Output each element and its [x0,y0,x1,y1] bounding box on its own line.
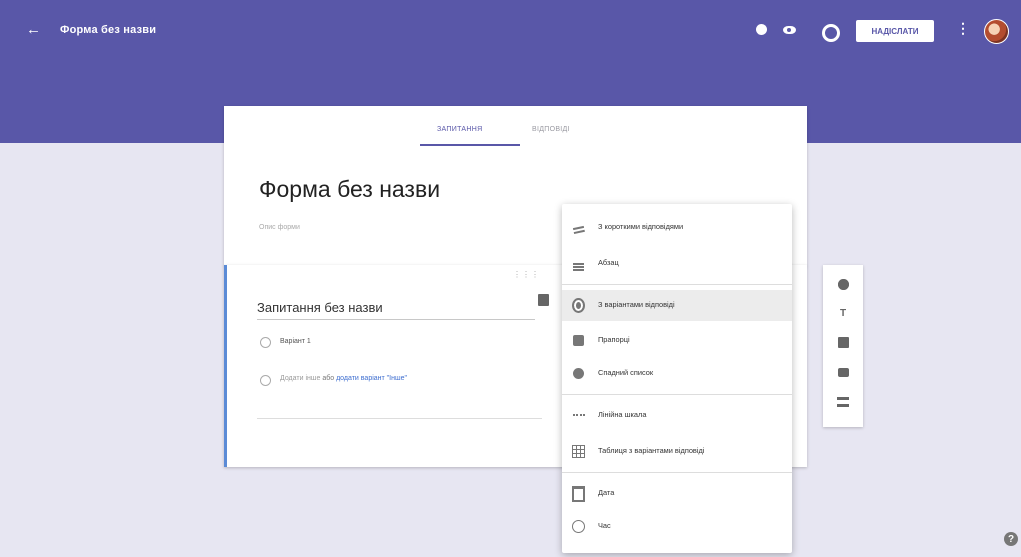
add-option-row: Додати інше або додати варіант "Інше" [280,375,407,382]
image-icon[interactable] [538,294,549,306]
send-button[interactable]: НАДІСЛАТИ [856,20,934,42]
option-1[interactable]: Варіант 1 [280,338,311,345]
app-title: Форма без назви [60,24,157,36]
menu-item-multiple-choice[interactable]: З варіантами відповіді [562,290,792,321]
question-footer-divider [257,418,542,419]
avatar[interactable] [984,19,1009,44]
menu-item-label: Абзац [598,258,619,267]
add-question-icon[interactable] [836,277,850,291]
question-title-input[interactable]: Запитання без назви [257,300,383,315]
menu-item-label: Таблиця з варіантами відповіді [598,446,705,455]
dropdown-icon [572,367,585,380]
menu-divider [562,472,792,473]
add-option-prefix[interactable]: Додати інше [280,375,320,382]
menu-item-label: Дата [598,488,615,497]
radio-add-option-icon [260,375,271,386]
menu-item-label: Лінійна шкала [598,410,647,419]
side-toolbar [823,265,863,427]
tab-responses[interactable]: Відповіді [532,126,570,133]
form-title[interactable]: Форма без назви [259,176,440,203]
form-description-field[interactable]: Опис форми [259,224,300,231]
clock-icon [572,520,585,533]
menu-item-time[interactable]: Час [562,511,792,542]
menu-item-paragraph[interactable]: Абзац [562,248,792,279]
menu-item-linear-scale[interactable]: Лінійна шкала [562,400,792,431]
menu-item-checkboxes[interactable]: Прапорці [562,325,792,356]
add-video-icon[interactable] [836,365,850,379]
menu-item-label: З короткими відповідями [598,222,684,231]
add-image-icon[interactable] [836,335,850,349]
add-other-option-link[interactable]: додати варіант "Інше" [336,375,407,382]
tab-questions[interactable]: Запитання [437,126,482,133]
checkbox-icon [572,334,585,347]
menu-item-label: З варіантами відповіді [598,300,675,309]
short-answer-icon [572,221,585,234]
menu-item-date[interactable]: Дата [562,478,792,509]
menu-item-short-answer[interactable]: З короткими відповідями [562,212,792,243]
menu-item-label: Прапорці [598,335,630,344]
calendar-icon [572,487,585,500]
active-tab-indicator [420,144,520,146]
radio-option-icon [260,337,271,348]
menu-item-label: Спадний список [598,368,654,377]
palette-icon[interactable] [756,24,768,36]
add-option-or-text: або [322,375,335,382]
menu-divider [562,394,792,395]
add-section-icon[interactable] [836,395,850,409]
arrow-left-icon[interactable]: ← [26,22,41,38]
linear-scale-icon [572,409,585,422]
title-text-icon[interactable] [836,306,850,320]
menu-item-dropdown[interactable]: Спадний список [562,358,792,389]
radio-button-icon [572,299,585,312]
paragraph-icon [572,257,585,270]
question-title-underline [257,319,535,320]
drag-handle-icon[interactable]: ⋮⋮⋮ [513,270,540,279]
gear-icon[interactable] [822,24,840,42]
more-vert-icon[interactable]: ⋮ [956,20,970,37]
grid-icon [572,445,585,458]
question-type-menu: З короткими відповідями Абзац З варіанта… [562,204,792,553]
help-icon[interactable]: ? [1004,532,1018,546]
eye-icon[interactable] [783,24,796,36]
menu-divider [562,284,792,285]
menu-item-label: Час [598,521,611,530]
menu-item-grid[interactable]: Таблиця з варіантами відповіді [562,436,792,467]
